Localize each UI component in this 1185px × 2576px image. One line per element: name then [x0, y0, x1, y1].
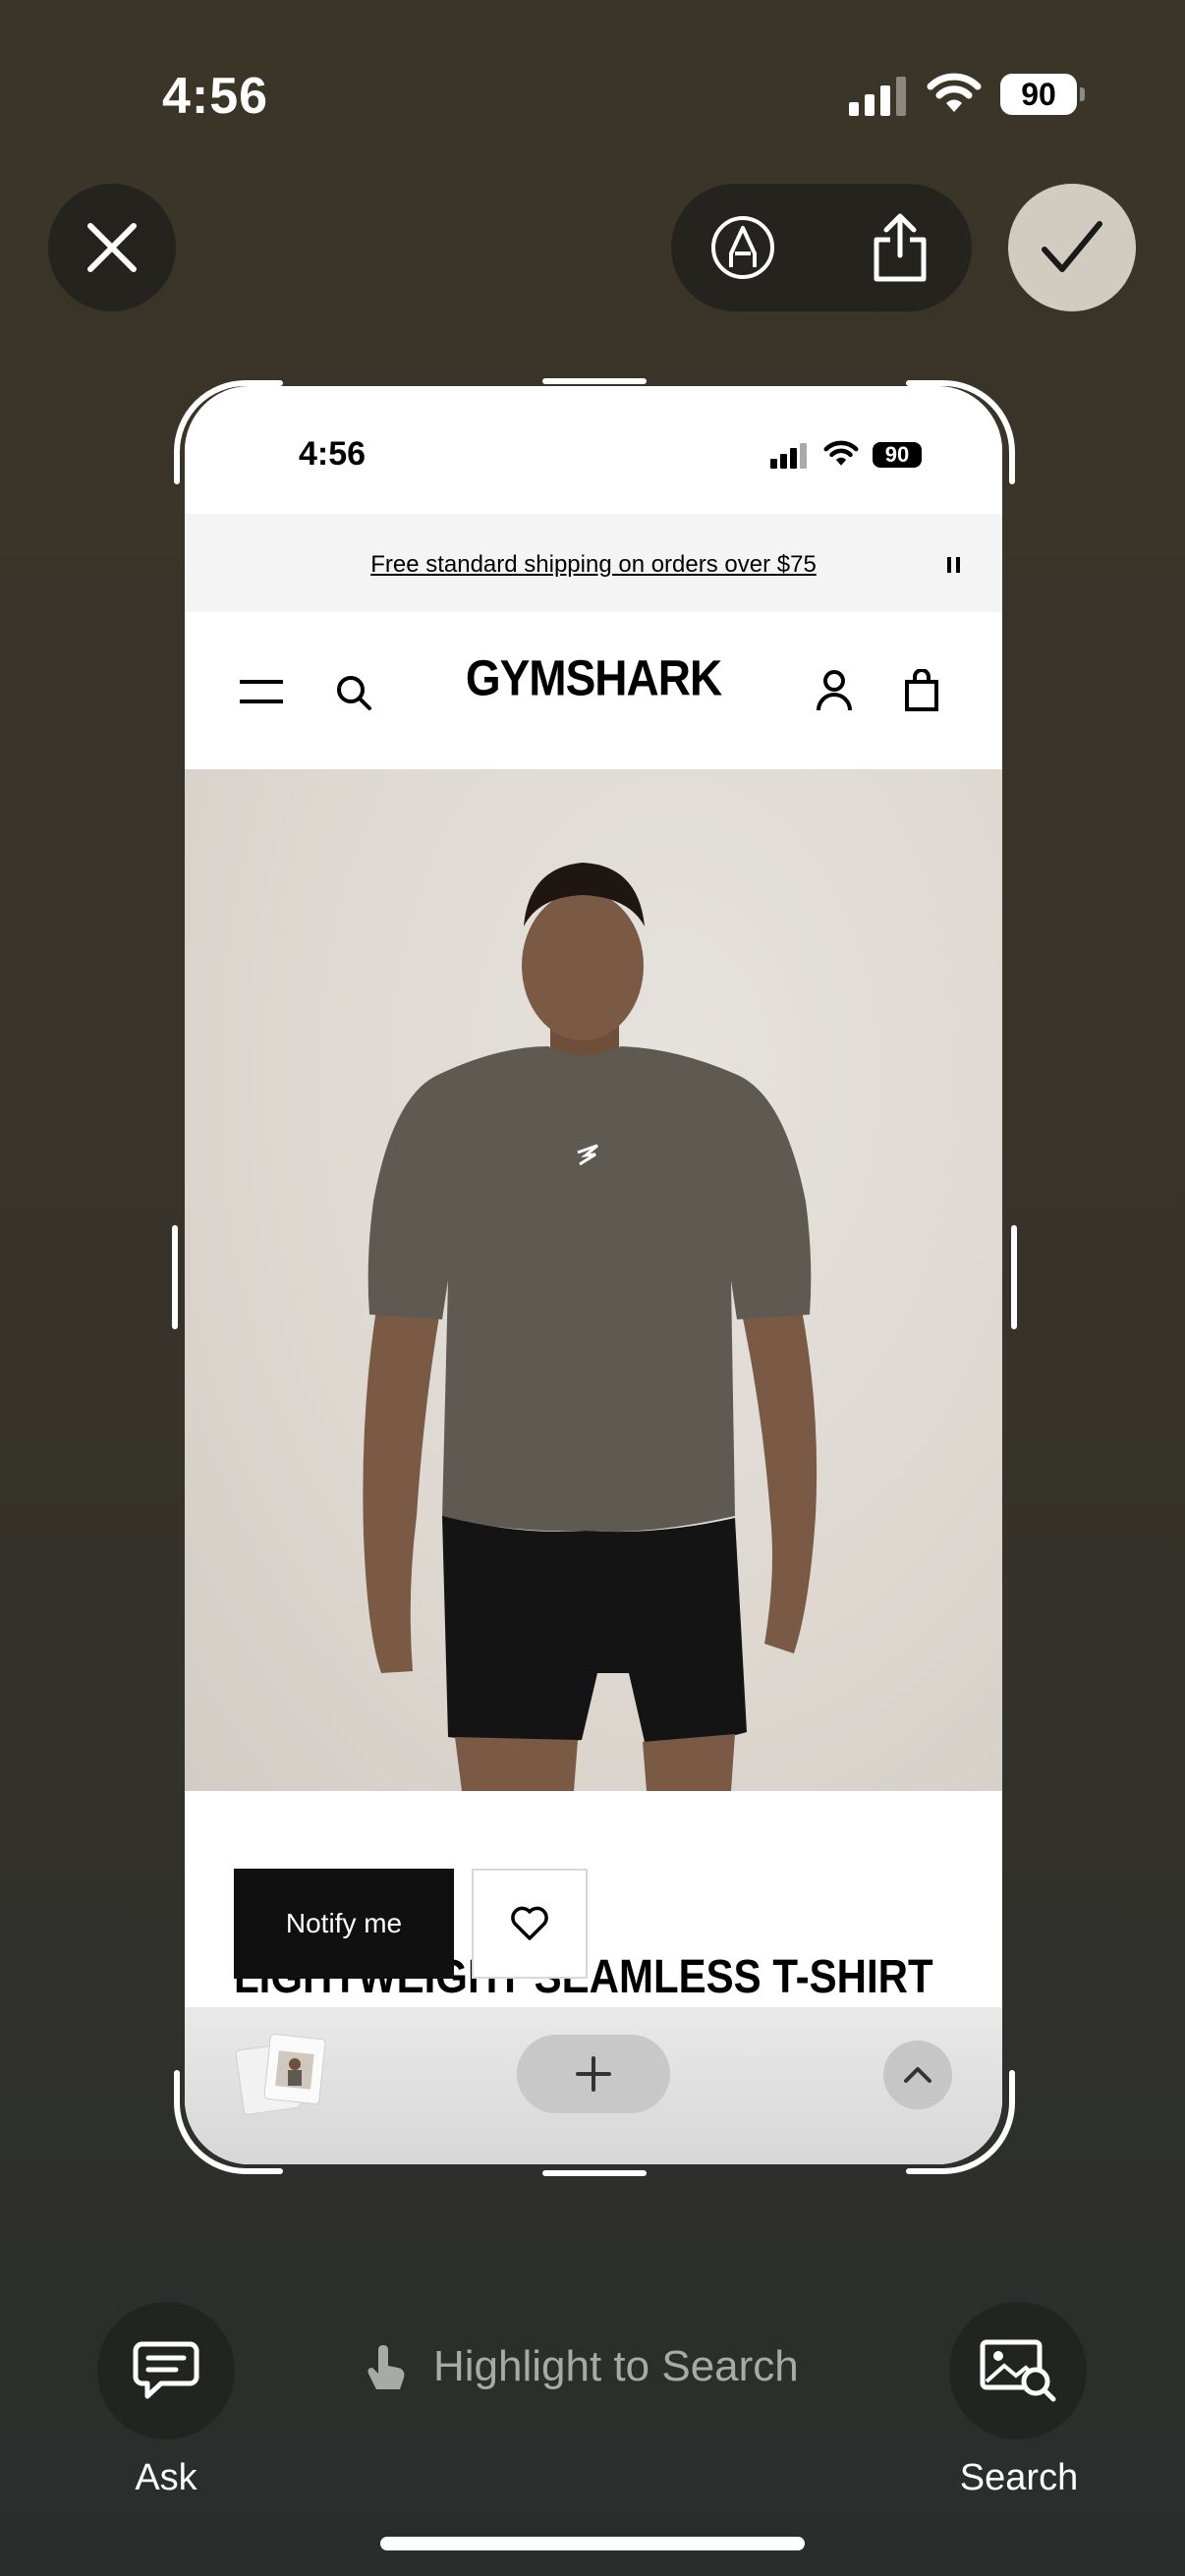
x-mark-icon: [87, 223, 137, 272]
ask-button[interactable]: [97, 2302, 235, 2439]
highlight-label: Highlight to Search: [433, 2342, 799, 2390]
search-label: Search: [959, 2457, 1079, 2498]
image-search-icon: [980, 2339, 1056, 2402]
cellular-signal-icon: [849, 77, 906, 116]
markup-button[interactable]: [704, 208, 782, 287]
highlight-to-search[interactable]: Highlight to Search: [359, 2340, 799, 2393]
status-time: 4:56: [162, 68, 269, 125]
crop-frame-handles[interactable]: [167, 373, 1022, 2181]
confirm-button[interactable]: [1008, 184, 1136, 311]
share-button[interactable]: [861, 208, 939, 287]
share-icon: [874, 213, 927, 282]
close-button[interactable]: [48, 184, 176, 311]
tap-hand-icon: [367, 2345, 405, 2389]
battery-indicator: 90: [1000, 74, 1085, 115]
tool-pill: [671, 184, 972, 311]
chat-bubble-icon: [133, 2341, 199, 2399]
ask-label: Ask: [135, 2457, 198, 2498]
search-button[interactable]: [949, 2302, 1087, 2439]
checkmark-icon: [1042, 221, 1102, 272]
wifi-icon: [927, 73, 982, 112]
home-indicator[interactable]: [380, 2537, 805, 2550]
pen-markup-icon: [711, 216, 774, 279]
